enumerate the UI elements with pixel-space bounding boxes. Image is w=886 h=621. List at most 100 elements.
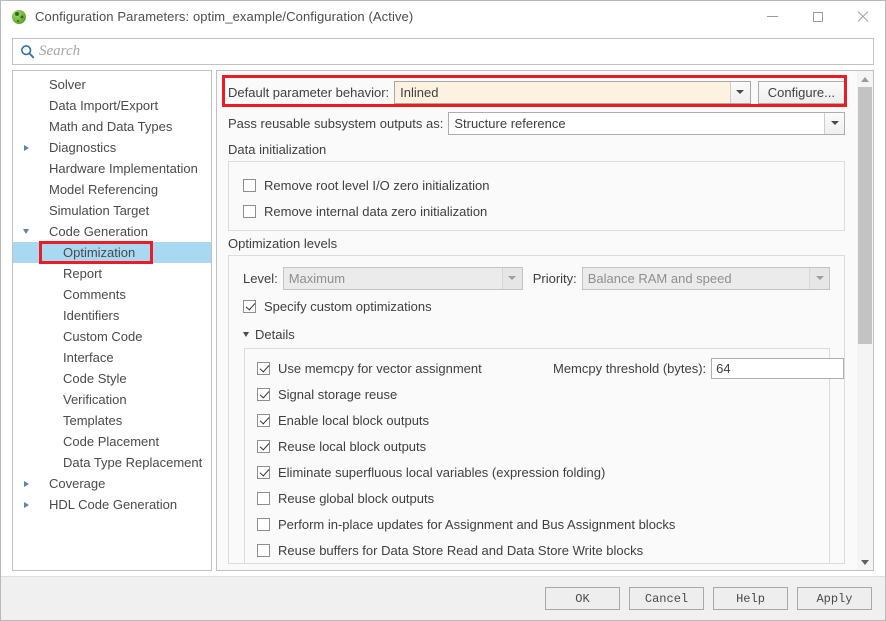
sidebar-item-templates[interactable]: Templates <box>13 410 211 431</box>
scroll-down-button[interactable] <box>857 554 873 570</box>
checkbox-reuse-buffers-for-data-store[interactable] <box>257 543 270 557</box>
optimization-settings-panel: Default parameter behavior: Inlined Conf… <box>216 70 857 571</box>
sidebar-item-data-type-replacement[interactable]: Data Type Replacement <box>13 452 211 473</box>
sidebar-item-simulation-target[interactable]: Simulation Target <box>13 200 211 221</box>
cancel-button[interactable]: Cancel <box>629 587 704 610</box>
checkbox-specify-custom-optimizations[interactable] <box>243 299 256 313</box>
checkbox-use-memcpy-for-vector-assignment[interactable] <box>257 361 270 375</box>
checkbox-signal-storage-reuse[interactable] <box>257 387 270 401</box>
dialog-footer: OK Cancel Help Apply <box>1 576 885 620</box>
chevron-right-icon[interactable] <box>19 144 33 151</box>
search-box[interactable] <box>12 38 874 65</box>
title-bar: Configuration Parameters: optim_example/… <box>1 1 885 32</box>
checkbox-label: Eliminate superfluous local variables (e… <box>278 464 606 480</box>
optimization-levels-title: Optimization levels <box>228 236 338 251</box>
checkbox-remove-root-level-io-zero-init[interactable] <box>243 178 256 192</box>
close-button[interactable] <box>840 1 885 32</box>
scroll-thumb[interactable] <box>858 87 872 344</box>
checkbox-row-reuse-buffers-for-data-store[interactable]: Reuse buffers for Data Store Read and Da… <box>257 537 829 563</box>
search-icon <box>15 44 39 59</box>
checkbox-label: Enable local block outputs <box>278 412 430 428</box>
sidebar-item-identifiers[interactable]: Identifiers <box>13 305 211 326</box>
ok-button[interactable]: OK <box>545 587 620 610</box>
chevron-right-icon[interactable] <box>19 501 33 508</box>
default-parameter-behavior-row: Default parameter behavior: Inlined Conf… <box>228 80 845 104</box>
sidebar-item-coverage[interactable]: Coverage <box>13 473 211 494</box>
level-select[interactable]: Maximum <box>282 266 523 290</box>
checkbox-row-enable-local-block-outputs[interactable]: Enable local block outputs <box>257 407 829 433</box>
checkbox-row-perform-in-place-updates[interactable]: Perform in-place updates for Assignment … <box>257 511 829 537</box>
search-input[interactable] <box>39 43 873 60</box>
minimize-icon <box>767 16 778 17</box>
help-button[interactable]: Help <box>713 587 788 610</box>
checkbox-row-eliminate-superfluous-local-variables[interactable]: Eliminate superfluous local variables (e… <box>257 459 829 485</box>
sidebar-item-math-and-data-types[interactable]: Math and Data Types <box>13 116 211 137</box>
minimize-button[interactable] <box>750 1 795 32</box>
checkbox-remove-internal-data-zero-init[interactable] <box>243 204 256 218</box>
scroll-track[interactable] <box>857 87 873 554</box>
default-parameter-behavior-select[interactable]: Inlined <box>394 80 751 104</box>
settings-tree[interactable]: Solver Data Import/Export Math and Data … <box>12 70 212 571</box>
sidebar-item-label: Model Referencing <box>49 182 159 197</box>
pass-reusable-subsystem-outputs-select[interactable]: Structure reference <box>448 111 845 135</box>
scroll-up-button[interactable] <box>857 71 873 87</box>
checkbox-label: Reuse global block outputs <box>278 490 435 506</box>
chevron-down-icon[interactable] <box>19 229 33 234</box>
checkbox-row-reuse-local-block-outputs[interactable]: Reuse local block outputs <box>257 433 829 459</box>
chevron-down-icon[interactable] <box>501 267 522 289</box>
apply-button[interactable]: Apply <box>797 587 872 610</box>
sidebar-item-solver[interactable]: Solver <box>13 74 211 95</box>
sidebar-item-code-placement[interactable]: Code Placement <box>13 431 211 452</box>
default-parameter-behavior-value: Inlined <box>400 84 439 100</box>
sidebar-item-report[interactable]: Report <box>13 263 211 284</box>
sidebar-item-interface[interactable]: Interface <box>13 347 211 368</box>
sidebar-item-diagnostics[interactable]: Diagnostics <box>13 137 211 158</box>
chevron-down-icon[interactable] <box>824 112 844 134</box>
sidebar-item-data-import-export[interactable]: Data Import/Export <box>13 95 211 116</box>
sidebar-item-code-generation[interactable]: Code Generation <box>13 221 211 242</box>
checkbox-enable-local-block-outputs[interactable] <box>257 413 270 427</box>
memcpy-threshold-input[interactable] <box>711 357 845 379</box>
checkbox-reuse-global-block-outputs[interactable] <box>257 491 270 505</box>
chevron-down-icon[interactable] <box>243 331 249 337</box>
sidebar-item-label: Comments <box>63 287 126 302</box>
panel-vertical-scrollbar[interactable] <box>857 70 874 571</box>
checkbox-row-remove-internal-data-zero-init[interactable]: Remove internal data zero initialization <box>243 198 844 224</box>
default-parameter-behavior-label: Default parameter behavior: <box>228 84 390 100</box>
sidebar-item-label: Optimization <box>63 245 136 260</box>
sidebar-item-label: Code Placement <box>63 434 160 449</box>
close-icon <box>857 11 869 23</box>
sidebar-item-label: HDL Code Generation <box>49 497 178 512</box>
checkbox-perform-in-place-updates[interactable] <box>257 517 270 531</box>
settings-panel-wrapper: Default parameter behavior: Inlined Conf… <box>216 70 874 571</box>
sidebar-item-label: Verification <box>63 392 127 407</box>
level-priority-row: Level: Maximum Priority: Balance RAM and… <box>243 266 844 290</box>
checkbox-row-remove-root-level-io-zero-init[interactable]: Remove root level I/O zero initializatio… <box>243 172 844 198</box>
sidebar-item-code-style[interactable]: Code Style <box>13 368 211 389</box>
sidebar-item-comments[interactable]: Comments <box>13 284 211 305</box>
priority-label: Priority: <box>532 270 577 286</box>
checkbox-row-use-memcpy-for-vector-assignment[interactable]: Use memcpy for vector assignment <box>257 361 553 376</box>
sidebar-item-custom-code[interactable]: Custom Code <box>13 326 211 347</box>
checkbox-row-signal-storage-reuse[interactable]: Signal storage reuse <box>257 381 829 407</box>
optimization-levels-group: Level: Maximum Priority: Balance RAM and… <box>228 255 845 564</box>
checkbox-reuse-local-block-outputs[interactable] <box>257 439 270 453</box>
sidebar-item-optimization[interactable]: Optimization <box>13 241 211 264</box>
sidebar-item-verification[interactable]: Verification <box>13 389 211 410</box>
priority-select[interactable]: Balance RAM and speed <box>581 266 830 290</box>
checkbox-eliminate-superfluous-local-variables[interactable] <box>257 465 270 479</box>
chevron-down-icon[interactable] <box>729 81 750 103</box>
simulink-green-icon <box>11 9 27 25</box>
sidebar-item-model-referencing[interactable]: Model Referencing <box>13 179 211 200</box>
level-label: Level: <box>243 270 278 286</box>
maximize-button[interactable] <box>795 1 840 32</box>
sidebar-item-hardware-implementation[interactable]: Hardware Implementation <box>13 158 211 179</box>
chevron-right-icon[interactable] <box>19 480 33 487</box>
configure-button[interactable]: Configure... <box>757 80 845 104</box>
checkbox-label: Remove root level I/O zero initializatio… <box>264 177 490 193</box>
checkbox-row-specify-custom-optimizations[interactable]: Specify custom optimizations <box>243 293 844 319</box>
details-disclosure[interactable]: Details <box>243 322 844 346</box>
checkbox-row-reuse-global-block-outputs[interactable]: Reuse global block outputs <box>257 485 829 511</box>
sidebar-item-hdl-code-generation[interactable]: HDL Code Generation <box>13 494 211 515</box>
chevron-down-icon[interactable] <box>809 267 829 289</box>
